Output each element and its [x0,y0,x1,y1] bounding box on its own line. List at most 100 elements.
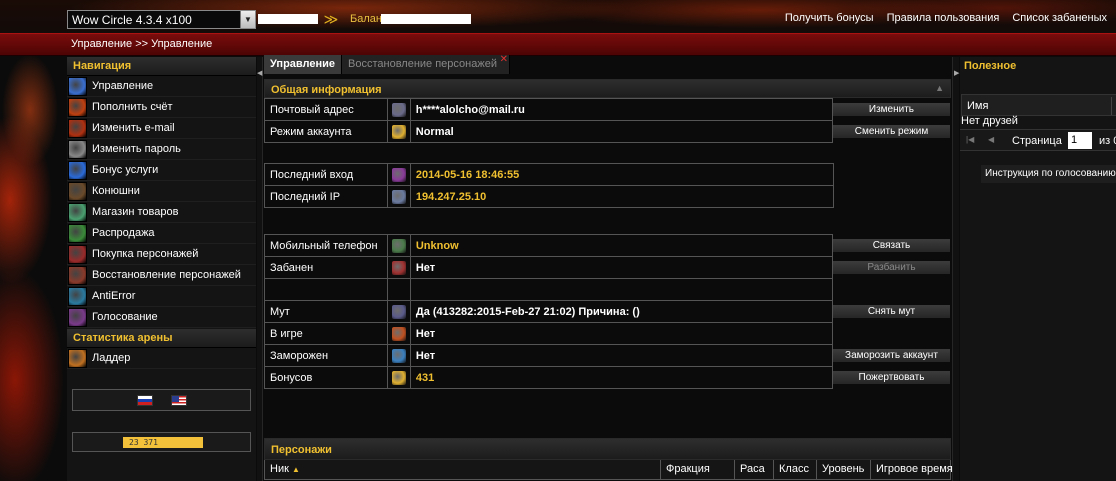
nav-item[interactable]: Магазин товаров [67,202,256,223]
info-icon-cell [386,185,411,208]
info-action-button[interactable]: Заморозить аккаунт [832,349,950,362]
nav-item[interactable]: Восстановление персонажей [67,265,256,286]
col-race[interactable]: Раса [734,460,773,479]
close-icon[interactable]: ✕ [500,54,508,65]
tab-label: Восстановление персонажей [348,58,497,70]
login-icon [391,167,406,182]
username-redacted [258,14,318,24]
col-faction[interactable]: Фракция [660,460,734,479]
characters-title: Персонажи [271,444,332,456]
info-key: Бонусов [264,366,388,389]
main-content: Управление Восстановление персонажей ✕ О… [264,54,953,481]
info-value: Нет [409,344,833,367]
info-value: Нет [409,322,833,345]
col-nick[interactable]: Ник ▲ [265,460,660,479]
page-of: из 0 [1099,135,1116,147]
counter-box: 23 371 [72,432,251,452]
nav-item[interactable]: Бонус услуги [67,160,256,181]
info-action-cell: Сменить режим [832,121,950,143]
flag-ru-icon[interactable] [136,394,153,406]
info-action-button[interactable]: Снять мут [832,305,950,318]
info-value: Да (413282:2015-Feb-27 21:02) Причина: (… [409,300,833,323]
nav-item-label: Восстановление персонажей [92,269,241,281]
sort-asc-icon: ▲ [291,465,300,474]
info-row: Последний IP 194.247.25.10 [264,185,951,208]
nav-item[interactable]: Голосование [67,307,256,328]
info-value: h****alolcho@mail.ru [409,98,833,121]
prev-page-icon[interactable]: ◀ [988,135,994,144]
realm-select[interactable]: Wow Circle 4.3.4 x100 ▼ [67,10,256,29]
realm-select-value: Wow Circle 4.3.4 x100 [72,12,192,27]
info-icon-cell [386,366,411,389]
ingame-icon [391,326,406,341]
nav-item[interactable]: AntiError [67,286,256,307]
info-key: Забанен [264,256,388,279]
info-action-button[interactable]: Пожертвовать [832,371,950,384]
nav-item-label: Голосование [92,311,158,323]
top-bar: Wow Circle 4.3.4 x100 ▼ ≫ Балан Получить… [0,0,1116,34]
col-class[interactable]: Класс [773,460,816,479]
right-panel: Полезное Имя Нет друзей |◀ ◀ Страница 1 … [960,57,1116,481]
info-action-button[interactable]: Изменить [832,103,950,116]
nav-item[interactable]: Управление [67,76,256,97]
info-action-button[interactable]: Разбанить [832,261,950,274]
info-row: В игре Нет [264,322,951,345]
info-key: Последний IP [264,185,388,208]
col-level[interactable]: Уровень [816,460,870,479]
collapse-up-icon[interactable]: ▲ [935,83,944,93]
col-name[interactable]: Имя [967,100,988,112]
mount-icon [68,181,87,201]
arena-list: Ладдер [67,348,256,369]
network-icon [391,189,406,204]
info-group-status: Мобильный телефон Unknow Связать Забанен Нет… [264,234,951,389]
right-splitter[interactable]: ▶ [952,57,959,481]
first-page-icon[interactable]: |◀ [966,135,974,144]
info-icon-cell [386,300,411,323]
info-value: 431 [409,366,833,389]
nav-item[interactable]: Конюшни [67,181,256,202]
nav-item-label: Изменить пароль [92,143,181,155]
nav-item[interactable]: Изменить пароль [67,139,256,160]
nav-item[interactable]: Распродажа [67,223,256,244]
page-input[interactable]: 1 [1068,132,1092,149]
flag-us-icon[interactable] [170,394,187,406]
info-key [264,278,388,301]
tab-management[interactable]: Управление [264,55,343,74]
nav-item[interactable]: Покупка персонажей [67,244,256,265]
info-row: Последний вход 2014-05-16 18:46:55 [264,163,951,186]
info-icon-cell [386,256,411,279]
info-action-button[interactable]: Связать [832,239,950,252]
fist-icon [68,244,87,264]
tab-restore-characters[interactable]: Восстановление персонажей ✕ [342,54,510,74]
chevron-down-icon[interactable]: ▼ [240,11,255,28]
nav-item-label: Магазин товаров [92,206,179,218]
info-action-cell [834,164,951,186]
nav-item[interactable]: Изменить e-mail [67,118,256,139]
phone-icon [391,238,406,253]
visitor-counter[interactable]: 23 371 [123,437,203,448]
left-splitter[interactable]: ◀ [257,57,263,481]
link-rules[interactable]: Правила пользования [887,12,1000,24]
page-label: Страница [1012,135,1062,147]
voting-instruction-button[interactable]: Инструкция по голосованию [981,165,1116,183]
info-key: Режим аккаунта [264,120,388,143]
collapse-left-icon[interactable]: ◀ [257,69,262,77]
no-friends-text: Нет друзей [961,115,1018,127]
info-key: Мобильный телефон [264,234,388,257]
info-row: Мут Да (413282:2015-Feb-27 21:02) Причина… [264,300,951,323]
collapse-right-icon[interactable]: ▶ [954,69,959,77]
col-playtime[interactable]: Игровое время [870,460,953,479]
ban-icon [391,260,406,275]
link-banned-list[interactable]: Список забаненых [1012,12,1107,24]
info-action-button[interactable]: Сменить режим [832,125,950,138]
link-get-bonus[interactable]: Получить бонусы [785,12,874,24]
nav-item[interactable]: Пополнить счёт [67,97,256,118]
info-icon-cell [386,120,411,143]
nav-item-label: Распродажа [92,227,155,239]
ladder-icon [68,348,87,368]
info-group-account: Почтовый адрес h****alolcho@mail.ru Измени… [264,98,951,143]
balance-label: Балан [350,13,382,25]
freeze-icon [391,348,406,363]
arena-item[interactable]: Ладдер [67,348,256,369]
info-value: Unknow [409,234,833,257]
